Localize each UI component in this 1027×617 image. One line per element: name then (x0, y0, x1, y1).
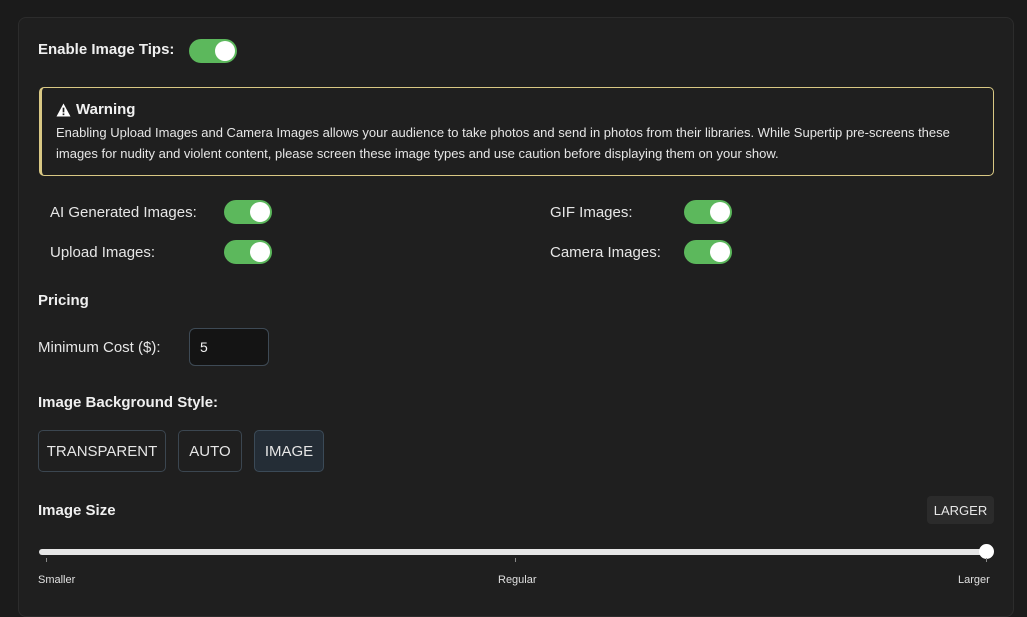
camera-images-toggle[interactable] (684, 240, 732, 264)
slider-label-larger: Larger (958, 574, 990, 586)
minimum-cost-input[interactable] (189, 328, 269, 366)
camera-images-label: Camera Images: (550, 244, 661, 261)
background-style-heading: Image Background Style: (38, 394, 219, 411)
warning-title: Warning (76, 101, 136, 118)
gif-images-label: GIF Images: (550, 204, 633, 221)
image-size-badge: LARGER (927, 496, 994, 524)
enable-image-tips-toggle[interactable] (189, 39, 237, 63)
slider-tick-larger (986, 558, 987, 562)
toggle-knob (250, 242, 270, 262)
upload-images-label: Upload Images: (50, 244, 156, 261)
enable-image-tips-label: Enable Image Tips: (38, 41, 175, 58)
toggle-knob (215, 41, 235, 61)
slider-label-regular: Regular (498, 574, 537, 586)
warning-triangle-icon (56, 102, 71, 117)
slider-tick-smaller (46, 558, 47, 562)
image-size-slider-thumb[interactable] (979, 544, 994, 559)
background-auto-button[interactable]: AUTO (178, 430, 242, 472)
ai-generated-images-toggle[interactable] (224, 200, 272, 224)
toggle-knob (710, 242, 730, 262)
minimum-cost-label: Minimum Cost ($): (38, 339, 161, 356)
ai-generated-images-label: AI Generated Images: (50, 204, 197, 221)
toggle-knob (250, 202, 270, 222)
warning-header: Warning (56, 101, 979, 118)
warning-box: Warning Enabling Upload Images and Camer… (39, 87, 994, 176)
slider-label-smaller: Smaller (38, 574, 76, 586)
background-image-button[interactable]: IMAGE (254, 430, 324, 472)
background-transparent-button[interactable]: TRANSPARENT (38, 430, 166, 472)
image-settings-panel: Enable Image Tips: Warning Enabling Uplo… (18, 17, 1014, 617)
image-size-heading: Image Size (38, 502, 116, 519)
slider-tick-regular (515, 558, 516, 562)
warning-text: Enabling Upload Images and Camera Images… (56, 125, 950, 161)
image-size-slider-track[interactable] (39, 549, 987, 555)
pricing-heading: Pricing (38, 292, 89, 309)
toggle-knob (710, 202, 730, 222)
gif-images-toggle[interactable] (684, 200, 732, 224)
upload-images-toggle[interactable] (224, 240, 272, 264)
